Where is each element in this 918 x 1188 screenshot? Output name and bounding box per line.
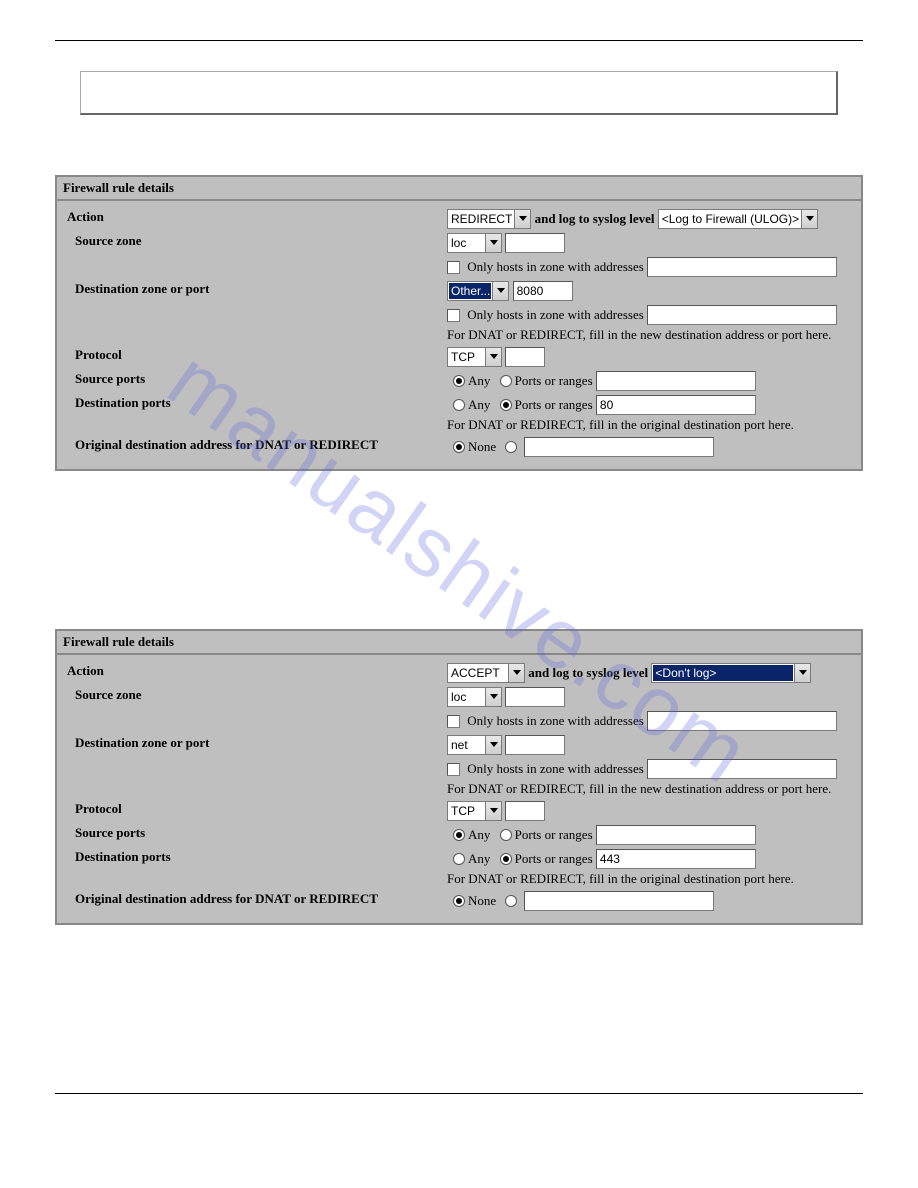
ports-ranges-label: Ports or ranges: [515, 851, 593, 866]
log-label: and log to syslog level: [535, 211, 655, 226]
ports-ranges-label: Ports or ranges: [515, 827, 593, 842]
dropdown-icon: [485, 234, 501, 252]
dest-ports-ranges-radio[interactable]: [500, 853, 512, 865]
dropdown-icon: [485, 688, 501, 706]
orig-dest-label: Original destination address for DNAT or…: [63, 889, 443, 913]
dest-ports-input[interactable]: 80: [596, 395, 756, 415]
only-hosts-dest-input[interactable]: [647, 759, 837, 779]
only-hosts-dest-input[interactable]: [647, 305, 837, 325]
orig-dest-addr-radio[interactable]: [505, 441, 517, 453]
ports-ranges-label: Ports or ranges: [515, 397, 593, 412]
only-hosts-source-label: Only hosts in zone with addresses: [467, 259, 644, 274]
only-hosts-dest-label: Only hosts in zone with addresses: [467, 307, 644, 322]
dropdown-icon: [492, 282, 508, 300]
dest-zone-label: Destination zone or port: [63, 733, 443, 757]
only-hosts-source-checkbox[interactable]: [447, 261, 460, 274]
dest-ports-label: Destination ports: [63, 847, 443, 889]
protocol-input[interactable]: [505, 801, 545, 821]
dropdown-icon: [485, 348, 501, 366]
source-zone-input[interactable]: [505, 687, 565, 707]
source-zone-select[interactable]: loc: [447, 687, 502, 707]
firewall-rule-panel: Firewall rule details Action ACCEPT and …: [55, 629, 863, 925]
orig-dest-label: Original destination address for DNAT or…: [63, 435, 443, 459]
log-level-select[interactable]: <Log to Firewall (ULOG)>: [658, 209, 818, 229]
any-label: Any: [468, 397, 490, 412]
dropdown-icon: [508, 664, 524, 682]
none-label: None: [468, 439, 496, 454]
dest-ports-hint: For DNAT or REDIRECT, fill in the origin…: [447, 869, 851, 887]
ports-ranges-label: Ports or ranges: [515, 373, 593, 388]
none-label: None: [468, 893, 496, 908]
action-select[interactable]: REDIRECT: [447, 209, 531, 229]
dest-ports-label: Destination ports: [63, 393, 443, 435]
orig-dest-input[interactable]: [524, 437, 714, 457]
orig-dest-none-radio[interactable]: [453, 441, 465, 453]
source-zone-select[interactable]: loc: [447, 233, 502, 253]
dest-zone-select[interactable]: Other...: [447, 281, 509, 301]
dest-zone-hint: For DNAT or REDIRECT, fill in the new de…: [447, 325, 851, 343]
any-label: Any: [468, 827, 490, 842]
firewall-rule-panel: Firewall rule details Action REDIRECT an…: [55, 175, 863, 471]
any-label: Any: [468, 851, 490, 866]
only-hosts-dest-label: Only hosts in zone with addresses: [467, 761, 644, 776]
dropdown-icon: [485, 736, 501, 754]
source-ports-any-radio[interactable]: [453, 375, 465, 387]
action-label: Action: [63, 207, 443, 231]
source-ports-ranges-radio[interactable]: [500, 375, 512, 387]
dest-ports-hint: For DNAT or REDIRECT, fill in the origin…: [447, 415, 851, 433]
log-level-select[interactable]: <Don't log>: [651, 663, 811, 683]
action-select[interactable]: ACCEPT: [447, 663, 525, 683]
dest-zone-hint: For DNAT or REDIRECT, fill in the new de…: [447, 779, 851, 797]
dest-zone-input[interactable]: 8080: [513, 281, 573, 301]
source-ports-label: Source ports: [63, 369, 443, 393]
only-hosts-dest-checkbox[interactable]: [447, 309, 460, 322]
any-label: Any: [468, 373, 490, 388]
dropdown-icon: [514, 210, 530, 228]
dropdown-icon: [801, 210, 817, 228]
empty-inset-box: [80, 71, 838, 115]
dest-zone-input[interactable]: [505, 735, 565, 755]
dest-zone-select[interactable]: net: [447, 735, 502, 755]
protocol-select[interactable]: TCP: [447, 801, 502, 821]
dest-ports-any-radio[interactable]: [453, 853, 465, 865]
source-ports-label: Source ports: [63, 823, 443, 847]
dest-ports-any-radio[interactable]: [453, 399, 465, 411]
log-label: and log to syslog level: [528, 665, 648, 680]
protocol-select[interactable]: TCP: [447, 347, 502, 367]
orig-dest-none-radio[interactable]: [453, 895, 465, 907]
source-zone-input[interactable]: [505, 233, 565, 253]
dropdown-icon: [485, 802, 501, 820]
source-ports-input[interactable]: [596, 825, 756, 845]
dest-ports-ranges-radio[interactable]: [500, 399, 512, 411]
source-ports-ranges-radio[interactable]: [500, 829, 512, 841]
dropdown-icon: [794, 664, 810, 682]
source-ports-any-radio[interactable]: [453, 829, 465, 841]
divider-bottom: [55, 1093, 863, 1094]
source-zone-label: Source zone: [63, 231, 443, 255]
only-hosts-source-input[interactable]: [647, 257, 837, 277]
action-label: Action: [63, 661, 443, 685]
divider-top: [55, 40, 863, 41]
protocol-label: Protocol: [63, 345, 443, 369]
only-hosts-source-checkbox[interactable]: [447, 715, 460, 728]
orig-dest-input[interactable]: [524, 891, 714, 911]
only-hosts-source-label: Only hosts in zone with addresses: [467, 713, 644, 728]
only-hosts-dest-checkbox[interactable]: [447, 763, 460, 776]
panel-title: Firewall rule details: [57, 177, 861, 201]
protocol-input[interactable]: [505, 347, 545, 367]
source-ports-input[interactable]: [596, 371, 756, 391]
orig-dest-addr-radio[interactable]: [505, 895, 517, 907]
protocol-label: Protocol: [63, 799, 443, 823]
source-zone-label: Source zone: [63, 685, 443, 709]
only-hosts-source-input[interactable]: [647, 711, 837, 731]
dest-zone-label: Destination zone or port: [63, 279, 443, 303]
panel-title: Firewall rule details: [57, 631, 861, 655]
dest-ports-input[interactable]: 443: [596, 849, 756, 869]
